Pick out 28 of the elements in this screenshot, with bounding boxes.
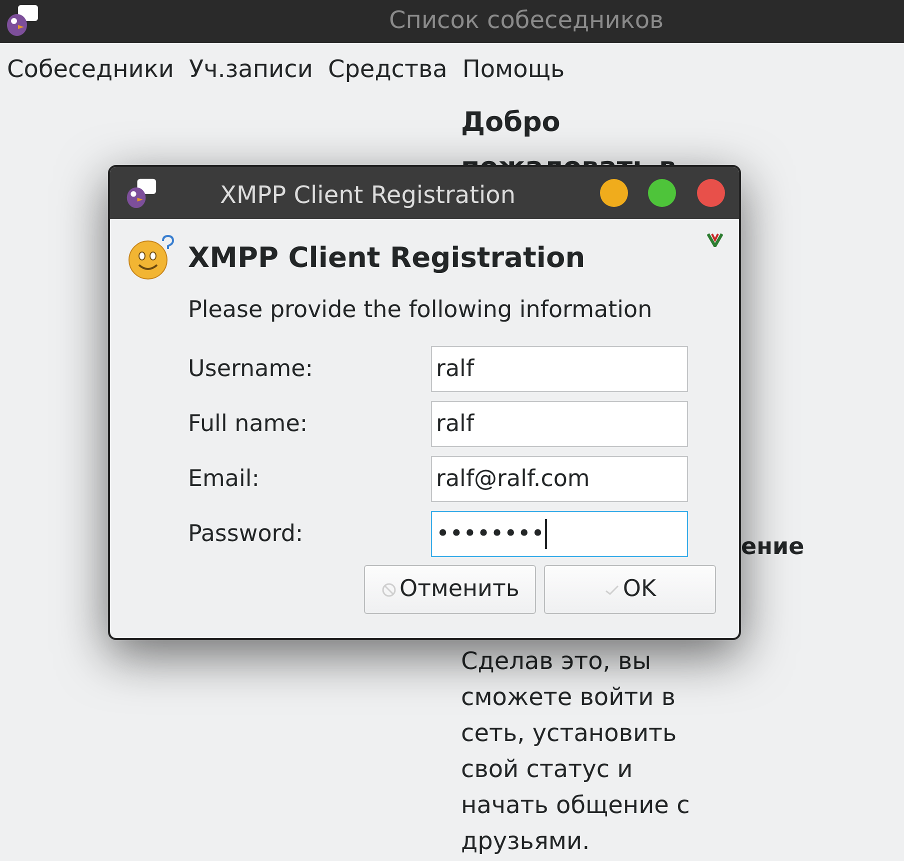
dialog-heading: XMPP Client Registration [188, 240, 586, 276]
field-label: Username: [188, 354, 314, 384]
input-field[interactable]: •••••••• [431, 511, 688, 557]
field-label: Full name: [188, 410, 309, 439]
input-field[interactable]: ralf [431, 401, 688, 447]
close-button[interactable] [697, 179, 725, 207]
logo-icon [707, 233, 723, 247]
menu-item[interactable]: Средства [328, 51, 448, 87]
menu-item[interactable]: Собеседники [7, 51, 174, 87]
prohibited-icon [380, 582, 397, 598]
section-heading: ение [741, 533, 804, 562]
maximize-button[interactable] [648, 179, 676, 207]
bird-icon [4, 3, 40, 37]
smiley-icon [127, 235, 175, 281]
field-label: Password: [188, 520, 304, 549]
field-label: Email: [188, 464, 261, 494]
menu-item[interactable]: Уч.записи [188, 51, 313, 87]
input-field[interactable]: ralf@ralf.com [431, 456, 688, 502]
cancel-button[interactable]: Отменить [364, 565, 536, 614]
instruction-text: Please provide the following information [188, 296, 652, 325]
input-field[interactable]: ralf [431, 346, 688, 392]
ok-button[interactable]: OK [544, 565, 716, 614]
welcome-text: Сделав это, вы сможете войти в сеть, установить свой статус и начать общение с друзьями. [461, 646, 691, 857]
bird-icon [124, 177, 158, 209]
minimize-button[interactable] [600, 179, 628, 207]
checkmark-icon [604, 584, 620, 596]
window-title: Список собеседников [389, 5, 664, 36]
menu-item[interactable]: Помощь [462, 51, 565, 87]
